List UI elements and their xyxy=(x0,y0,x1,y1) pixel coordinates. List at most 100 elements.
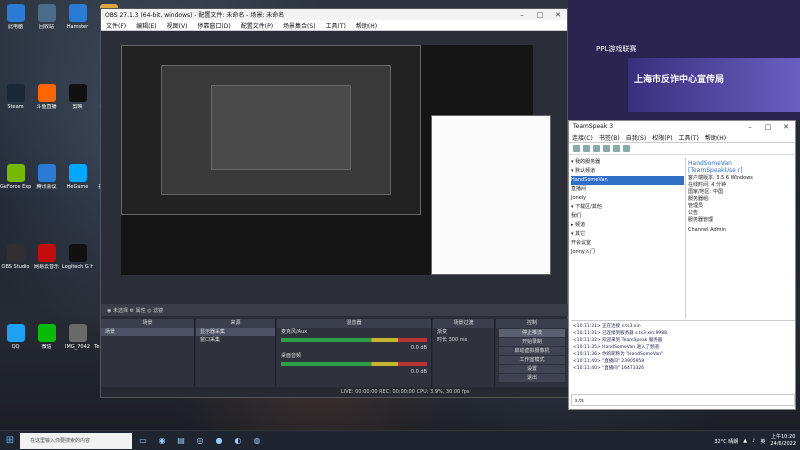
taskbar: ⊞ 在这里输入你要搜索的内容 ▭ ◉ ▤ ◎ ● ◐ ◍ 32°C 晴朗 ▲ ♪… xyxy=(0,430,800,450)
transitions-dock: 场景过渡 渐变 时长 300 ms xyxy=(433,319,495,389)
desktop-icon[interactable]: IMG_7042 xyxy=(62,322,93,362)
clock[interactable]: 上午10:20 24/6/2022 xyxy=(770,434,796,448)
desktop-icon-label: 此电脑 xyxy=(7,24,23,30)
client-team: [TeamSpeakUse r] xyxy=(688,167,743,174)
desktop-icon[interactable]: 回收站 xyxy=(31,2,62,42)
ts-menu-item[interactable]: 书签(B) xyxy=(596,133,623,142)
ts-menu-item[interactable]: 权限(P) xyxy=(649,133,675,142)
channel-tree-item[interactable]: ▾ 下载区/其他 xyxy=(571,203,684,212)
desktop-icon-label: 网易云音乐 xyxy=(33,264,59,270)
channel-tree-item[interactable]: ▸ 频道 xyxy=(571,221,684,230)
scene-item[interactable]: 场景 xyxy=(101,328,194,336)
channel-tree-item[interactable]: ▾ 默认频道 xyxy=(571,167,684,176)
channel-tree-item[interactable]: ▾ 我的服务器 xyxy=(571,158,684,167)
obs-statusbar: LIVE: 00:00:00 REC: 00:00:00 CPU: 3.9%, … xyxy=(101,387,569,397)
obs-menu-item[interactable]: 文件(F) xyxy=(101,21,131,30)
source-item[interactable]: 显示器采集 xyxy=(196,328,275,336)
desktop-icon[interactable]: 微信 xyxy=(31,322,62,362)
date-text: 24/6/2022 xyxy=(770,441,796,447)
obs-menu-item[interactable]: 工具(T) xyxy=(321,21,351,30)
desktop-icon[interactable]: 网易云音乐 xyxy=(31,242,62,282)
file-explorer-icon[interactable]: ▤ xyxy=(173,433,189,449)
subscribe-icon[interactable] xyxy=(623,145,630,152)
channel-tree-item[interactable]: Jonely xyxy=(571,194,684,203)
task-view-icon[interactable]: ▭ xyxy=(135,433,151,449)
system-tray: 32°C 晴朗 ▲ ♪ 英 上午10:20 24/6/2022 xyxy=(714,431,796,450)
source-item[interactable]: 窗口采集 xyxy=(196,336,275,344)
channel-tree-item[interactable]: Jonny入门 xyxy=(571,248,684,257)
chrome-icon[interactable]: ◍ xyxy=(249,433,265,449)
obs-menu-item[interactable]: 编辑(E) xyxy=(131,21,161,30)
desktop-icon-label: Steam xyxy=(7,104,24,110)
desktop-icon[interactable]: QQ xyxy=(0,322,31,362)
desktop-icon-label: 斗鱼直播 xyxy=(36,104,57,110)
obs-menu-item[interactable]: 视图(V) xyxy=(162,21,193,30)
scenes-dock: 场景 场景 xyxy=(101,319,195,389)
exit-button[interactable]: 退出 xyxy=(499,374,565,382)
desktop-icon[interactable]: Hamster xyxy=(62,2,93,42)
bookmark-icon[interactable] xyxy=(583,145,590,152)
start-recording-button[interactable]: 开始录制 xyxy=(499,338,565,346)
desktop-icon[interactable]: 剪映 xyxy=(62,82,93,122)
stop-streaming-button[interactable]: 停止推流 xyxy=(499,329,565,337)
duration-value[interactable]: 300 ms xyxy=(449,337,468,343)
desktop-icon-label: HeGame xyxy=(66,184,89,190)
desktop-icon[interactable]: Logitech G HUB xyxy=(62,242,93,282)
obs-menu-item[interactable]: 配置文件(P) xyxy=(236,21,278,30)
obs-title: OBS 27.1.3 (64-bit, windows) - 配置文件: 未命名… xyxy=(105,12,285,19)
obs-icon[interactable]: ● xyxy=(211,433,227,449)
away-icon[interactable] xyxy=(593,145,600,152)
obs-menu-item[interactable]: 场景集合(S) xyxy=(278,21,321,30)
channel-tree-item[interactable]: 我们 xyxy=(571,212,684,221)
ts-menu-item[interactable]: 连接(C) xyxy=(569,133,596,142)
channel-tree-item[interactable]: ▾ 其它 xyxy=(571,230,684,239)
app-icon xyxy=(6,244,25,262)
obs-menu-item[interactable]: 停靠窗口(D) xyxy=(192,21,235,30)
ime-indicator[interactable]: 英 xyxy=(760,438,765,445)
virtual-camera-button[interactable]: 启动虚拟摄像机 xyxy=(499,347,565,355)
desktop-icon[interactable]: GeForce Experience xyxy=(0,162,31,202)
channel-tree-item[interactable]: HandSomeVan xyxy=(571,176,684,185)
close-icon[interactable]: ✕ xyxy=(777,123,795,131)
minimize-icon[interactable]: – xyxy=(741,123,759,131)
minimize-icon[interactable]: – xyxy=(513,11,531,19)
mic-icon[interactable] xyxy=(603,145,610,152)
desktop-icon[interactable]: 此电脑 xyxy=(0,2,31,42)
windows-start-icon[interactable]: ⊞ xyxy=(0,431,20,450)
desktop-icon[interactable]: HeGame xyxy=(62,162,93,202)
connect-icon[interactable] xyxy=(573,145,580,152)
taskbar-search-input[interactable]: 在这里输入你要搜索的内容 xyxy=(20,432,132,449)
mixer-header: 混音器 xyxy=(277,319,431,328)
network-icon[interactable]: ▲ xyxy=(743,438,747,444)
ts-menu-item[interactable]: 自我(S) xyxy=(623,133,650,142)
maximize-icon[interactable]: □ xyxy=(759,123,777,131)
desktop-icon[interactable]: OBS Studio xyxy=(0,242,31,282)
maximize-icon[interactable]: □ xyxy=(531,11,549,19)
channel-tree-item[interactable]: 直播间 xyxy=(571,185,684,194)
settings-button[interactable]: 设置 xyxy=(499,365,565,373)
transition-type-select[interactable]: 渐变 xyxy=(433,328,494,336)
teamspeak-icon[interactable]: ◐ xyxy=(230,433,246,449)
chat-log-line: <10:11:31> 正在连接 s.ts3.xin xyxy=(573,324,641,329)
close-icon[interactable]: ✕ xyxy=(549,11,567,19)
weather-widget[interactable]: 32°C 晴朗 xyxy=(714,438,738,445)
chat-input[interactable]: s.ts xyxy=(571,394,795,406)
ts-menu-item[interactable]: 工具(T) xyxy=(676,133,702,142)
edge-icon[interactable]: ◉ xyxy=(154,433,170,449)
mixer-dock: 混音器 麦克风/Aux 0.0 dB 桌面音频 0.0 dB xyxy=(277,319,432,389)
desktop-icon[interactable]: Steam xyxy=(0,82,31,122)
chat-log-line: <10:11:35> HandSomeVan 进入了频道 xyxy=(573,345,660,350)
channel-tree-item[interactable]: 开会议室 xyxy=(571,239,684,248)
desktop-icon[interactable]: 斗鱼直播 xyxy=(31,82,62,122)
client-name: HandSomeVan xyxy=(688,160,732,167)
obs-menu-item[interactable]: 帮助(H) xyxy=(351,21,382,30)
volume-icon[interactable]: ♪ xyxy=(752,438,755,444)
obs-preview[interactable] xyxy=(121,45,551,275)
desktop-icon-label: Hamster xyxy=(66,24,89,30)
desktop-icon[interactable]: 腾讯会议 xyxy=(31,162,62,202)
desktop-icon-label: GeForce Experience xyxy=(0,184,31,190)
ts-menu-item[interactable]: 帮助(H) xyxy=(702,133,729,142)
studio-mode-button[interactable]: 工作室模式 xyxy=(499,356,565,364)
speaker-icon[interactable] xyxy=(613,145,620,152)
steam-icon[interactable]: ◎ xyxy=(192,433,208,449)
